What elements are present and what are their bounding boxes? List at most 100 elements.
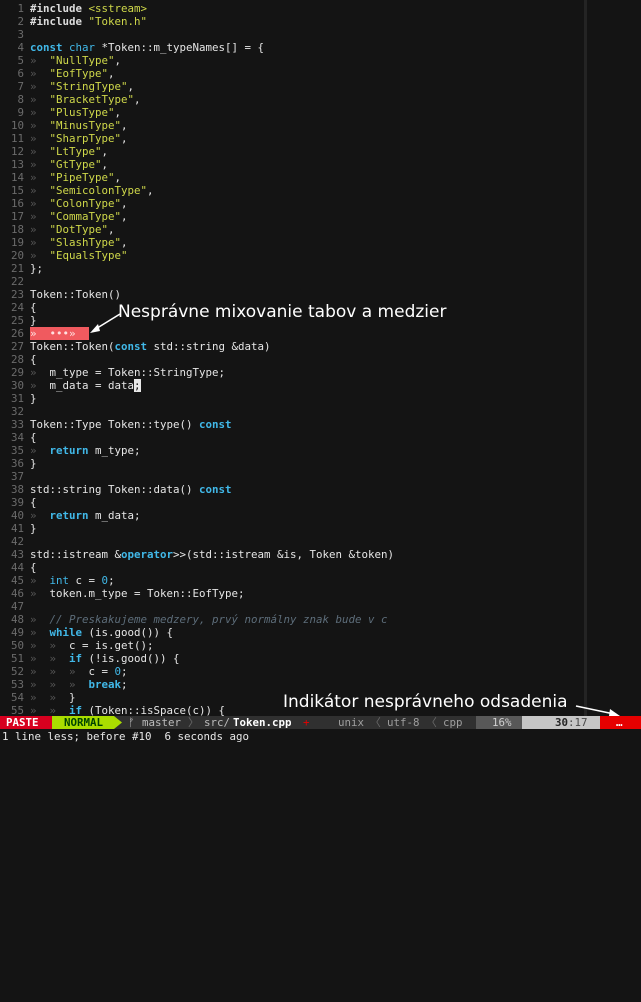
line-number: 1: [17, 2, 24, 15]
code-token: }: [30, 314, 37, 327]
line-number: 39: [10, 496, 24, 509]
code-text: Token::Token(const std::string &data): [30, 340, 271, 353]
code-token: » » »: [30, 665, 89, 678]
code-line[interactable]: 38 std::string Token::data() const: [0, 483, 641, 496]
code-line[interactable]: 9 » "PlusType",: [0, 106, 641, 119]
code-token: ,: [121, 119, 128, 132]
code-line[interactable]: 21};: [0, 262, 641, 275]
code-line[interactable]: 1 #include <sstream>: [0, 2, 641, 15]
scroll-percent: 16%: [492, 716, 512, 729]
code-line[interactable]: 20 » "EqualsType": [0, 249, 641, 262]
code-line[interactable]: 39 {: [0, 496, 641, 509]
code-line[interactable]: 32: [0, 405, 641, 418]
code-line[interactable]: 11 » "SharpType",: [0, 132, 641, 145]
cursor: ;: [134, 379, 141, 392]
code-line[interactable]: 18 » "DotType",: [0, 223, 641, 236]
code-token: ,: [101, 158, 109, 171]
code-line[interactable]: 50 » » c = is.get();: [0, 639, 641, 652]
code-line[interactable]: 7 » "StringType",: [0, 80, 641, 93]
code-token: std::string Token::data(): [30, 483, 200, 496]
code-line[interactable]: 43 std::istream &operator>>(std::istream …: [0, 548, 641, 561]
code-token: »: [30, 145, 50, 158]
code-line[interactable]: 53 » » » break;: [0, 678, 641, 691]
code-line[interactable]: 28 {: [0, 353, 641, 366]
code-token: >>(std::istream &is, Token &token): [173, 548, 395, 561]
line-number: 36: [10, 457, 24, 470]
code-line[interactable]: 49 » while (is.good()) {: [0, 626, 641, 639]
code-line[interactable]: 15 » "SemicolonType",: [0, 184, 641, 197]
code-token: ,: [101, 145, 109, 158]
code-token: »: [30, 574, 50, 587]
code-line[interactable]: 37: [0, 470, 641, 483]
code-line[interactable]: 45 » int c = 0;: [0, 574, 641, 587]
code-line[interactable]: 3: [0, 28, 641, 41]
code-line[interactable]: 52 » » » c = 0;: [0, 665, 641, 678]
code-token: »: [30, 236, 50, 249]
code-line[interactable]: 10 » "MinusType",: [0, 119, 641, 132]
code-line[interactable]: 19 » "SlashType",: [0, 236, 641, 249]
code-token: "EqualsType": [49, 249, 128, 262]
code-line[interactable]: 14 » "PipeType",: [0, 171, 641, 184]
code-line[interactable]: 23 Token::Token(): [0, 288, 641, 301]
code-line[interactable]: 27 Token::Token(const std::string &data): [0, 340, 641, 353]
code-token: »: [30, 613, 50, 626]
code-line[interactable]: 31}: [0, 392, 641, 405]
code-line[interactable]: 35 » return m_type;: [0, 444, 641, 457]
code-text: std::string Token::data() const: [30, 483, 232, 496]
code-line[interactable]: 30 » m_data = data;: [0, 379, 641, 392]
code-line[interactable]: 42: [0, 535, 641, 548]
code-line[interactable]: 22: [0, 275, 641, 288]
code-line[interactable]: 13 » "GtType",: [0, 158, 641, 171]
code-text: » // Preskakujeme medzery, prvý normálny…: [30, 613, 388, 626]
code-line[interactable]: 36}: [0, 457, 641, 470]
line-number: 25: [10, 314, 24, 327]
code-line[interactable]: 6 » "EofType",: [0, 67, 641, 80]
code-line[interactable]: 17 » "CommaType",: [0, 210, 641, 223]
code-line[interactable]: 40 » return m_data;: [0, 509, 641, 522]
code-token: ,: [114, 54, 122, 67]
code-line[interactable]: 44 {: [0, 561, 641, 574]
code-text: » return m_type;: [30, 444, 141, 457]
code-text: » "DotType",: [30, 223, 115, 236]
branch-name: master: [142, 716, 182, 729]
line-number: 17: [10, 210, 24, 223]
code-text: » "PlusType",: [30, 106, 121, 119]
code-token: ;: [108, 574, 115, 587]
code-line[interactable]: 41}: [0, 522, 641, 535]
code-line[interactable]: 47: [0, 600, 641, 613]
line-number: 46: [10, 587, 24, 600]
code-line[interactable]: 2 #include "Token.h": [0, 15, 641, 28]
code-token: »: [30, 184, 50, 197]
code-token: {: [30, 431, 37, 444]
code-token: Token::Type Token::type(): [30, 418, 200, 431]
code-token: ,: [114, 171, 122, 184]
code-line[interactable]: 51 » » if (!is.good()) {: [0, 652, 641, 665]
code-token: »: [30, 444, 50, 457]
bad-whitespace: » •••»: [30, 327, 89, 340]
code-line[interactable]: 5 » "NullType",: [0, 54, 641, 67]
command-line[interactable]: 1 line less; before #10 6 seconds ago: [0, 729, 641, 745]
code-line[interactable]: 48 » // Preskakujeme medzery, prvý normál…: [0, 613, 641, 626]
code-line[interactable]: 16 » "ColonType",: [0, 197, 641, 210]
code-token: std::string &data): [147, 340, 271, 353]
line-number: 19: [10, 236, 24, 249]
code-token: const: [199, 483, 232, 496]
code-line[interactable]: 8 » "BracketType",: [0, 93, 641, 106]
line-number: 44: [10, 561, 24, 574]
code-text: » token.m_type = Token::EofType;: [30, 587, 245, 600]
code-line[interactable]: 12 » "LtType",: [0, 145, 641, 158]
code-line[interactable]: 33 Token::Type Token::type() const: [0, 418, 641, 431]
code-line[interactable]: 29 » m_type = Token::StringType;: [0, 366, 641, 379]
code-line[interactable]: 34 {: [0, 431, 641, 444]
code-token: »: [30, 171, 50, 184]
code-line[interactable]: 46 » token.m_type = Token::EofType;: [0, 587, 641, 600]
code-text: {: [30, 301, 37, 314]
code-token: }: [69, 691, 76, 704]
editor[interactable]: 1 #include <sstream> 2 #include "Token.h" 3 4…: [0, 0, 641, 717]
code-line[interactable]: 4 const char *Token::m_typeNames[] = {: [0, 41, 641, 54]
line-number: 35: [10, 444, 24, 457]
code-token: »: [30, 54, 50, 67]
mode-indicator: NORMAL: [52, 716, 114, 729]
code-token: break: [88, 678, 122, 691]
code-token: while: [49, 626, 83, 639]
